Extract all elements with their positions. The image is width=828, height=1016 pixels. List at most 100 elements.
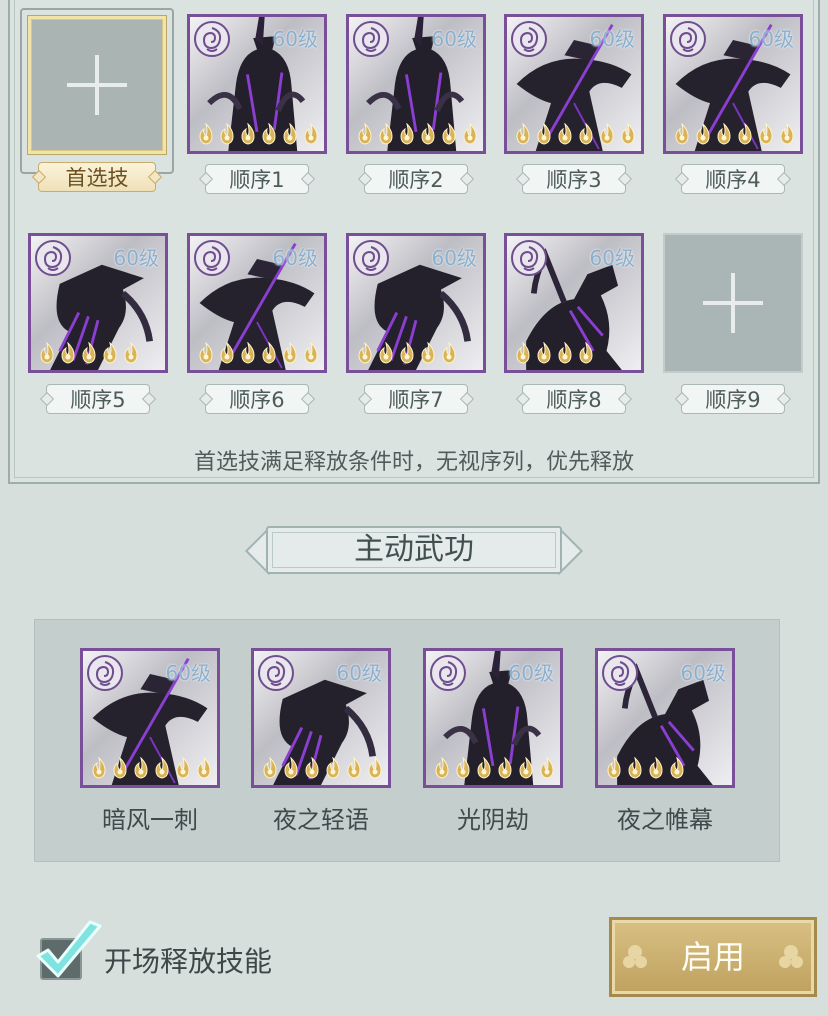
flame-icon <box>263 757 277 779</box>
skill-icon-card[interactable]: 60级 <box>595 648 735 788</box>
skill-icon-card[interactable]: 60级 <box>504 233 644 373</box>
skill-level: 60级 <box>431 246 477 270</box>
sequence-tag: 顺序3 <box>522 164 626 194</box>
flame-icon <box>220 123 234 145</box>
flame-icon <box>537 342 551 364</box>
flame-icon <box>262 123 276 145</box>
flame-icon <box>61 342 75 364</box>
flame-icon <box>220 342 234 364</box>
rose-emblem-icon <box>602 655 638 691</box>
flame-icon <box>421 342 435 364</box>
sequence-tag: 顺序4 <box>681 164 785 194</box>
skill-level: 60级 <box>272 246 318 270</box>
flame-icon <box>628 757 642 779</box>
flame-icon <box>113 757 127 779</box>
flame-icon <box>670 757 684 779</box>
active-skill-name: 光阴劫 <box>457 806 529 834</box>
star-flames <box>355 342 459 364</box>
skill-level: 60级 <box>165 661 211 685</box>
flame-icon <box>304 342 318 364</box>
flame-icon <box>780 123 794 145</box>
flame-icon <box>621 123 635 145</box>
flame-icon <box>358 342 372 364</box>
star-flames <box>672 123 797 145</box>
sequence-tag: 顺序5 <box>46 384 150 414</box>
star-flames <box>604 757 687 779</box>
skill-level: 60级 <box>431 27 477 51</box>
flame-icon <box>326 757 340 779</box>
flame-icon <box>477 757 491 779</box>
flame-icon <box>304 123 318 145</box>
flame-icon <box>176 757 190 779</box>
section-header: 主动武功 <box>244 526 584 576</box>
star-flames <box>260 757 385 779</box>
flame-icon <box>92 757 106 779</box>
skill-level: 60级 <box>680 661 726 685</box>
skill-icon-card[interactable]: 60级 <box>80 648 220 788</box>
preferred-skill-tag: 首选技 <box>38 162 156 192</box>
flame-icon <box>442 342 456 364</box>
rose-emblem-icon <box>258 655 294 691</box>
flame-icon <box>759 123 773 145</box>
flame-icon <box>134 757 148 779</box>
flame-icon <box>379 123 393 145</box>
skill-icon-card[interactable]: 60级 <box>187 233 327 373</box>
flame-icon <box>40 342 54 364</box>
flame-icon <box>124 342 138 364</box>
rose-emblem-icon <box>353 21 389 57</box>
flame-icon <box>607 757 621 779</box>
flame-icon <box>516 342 530 364</box>
flame-icon <box>579 342 593 364</box>
skill-icon-card[interactable]: 60级 <box>504 14 644 154</box>
flame-icon <box>283 123 297 145</box>
open-skill-label: 开场释放技能 <box>104 945 273 978</box>
star-flames <box>196 123 321 145</box>
flame-icon <box>82 342 96 364</box>
flame-icon <box>738 123 752 145</box>
star-flames <box>37 342 141 364</box>
star-flames <box>432 757 557 779</box>
flame-icon <box>358 123 372 145</box>
flame-icon <box>199 123 213 145</box>
flame-icon <box>498 757 512 779</box>
skill-level: 60级 <box>113 246 159 270</box>
enable-button[interactable]: 启用 <box>609 917 817 997</box>
flame-icon <box>600 123 614 145</box>
flame-icon <box>435 757 449 779</box>
flame-icon <box>400 123 414 145</box>
flame-icon <box>442 123 456 145</box>
flame-icon <box>421 123 435 145</box>
star-flames <box>196 342 321 364</box>
sequence-tag: 顺序8 <box>522 384 626 414</box>
star-flames <box>513 123 638 145</box>
empty-skill-slot[interactable] <box>663 233 803 373</box>
skill-level: 60级 <box>508 661 554 685</box>
flame-icon <box>579 123 593 145</box>
skill-icon-card[interactable]: 60级 <box>251 648 391 788</box>
skill-icon-card[interactable]: 60级 <box>346 233 486 373</box>
skill-icon-card[interactable]: 60级 <box>663 14 803 154</box>
sequence-tag: 顺序6 <box>205 384 309 414</box>
active-skill-name: 暗风一刺 <box>102 806 198 834</box>
rose-emblem-icon <box>670 21 706 57</box>
rose-emblem-icon <box>194 21 230 57</box>
preferred-skill-slot[interactable] <box>28 16 166 154</box>
flame-icon <box>368 757 382 779</box>
flame-icon <box>347 757 361 779</box>
flame-icon <box>717 123 731 145</box>
skill-level: 60级 <box>272 27 318 51</box>
star-flames <box>355 123 480 145</box>
skill-icon-card[interactable]: 60级 <box>423 648 563 788</box>
flame-icon <box>519 757 533 779</box>
skill-icon-card[interactable]: 60级 <box>28 233 168 373</box>
flame-icon <box>379 342 393 364</box>
skill-icon-card[interactable]: 60级 <box>187 14 327 154</box>
skill-icon-card[interactable]: 60级 <box>346 14 486 154</box>
active-skill-name: 夜之轻语 <box>273 806 369 834</box>
flame-icon <box>675 123 689 145</box>
flame-icon <box>540 757 554 779</box>
flame-icon <box>262 342 276 364</box>
plus-icon <box>703 273 763 333</box>
flame-icon <box>155 757 169 779</box>
flame-icon <box>103 342 117 364</box>
